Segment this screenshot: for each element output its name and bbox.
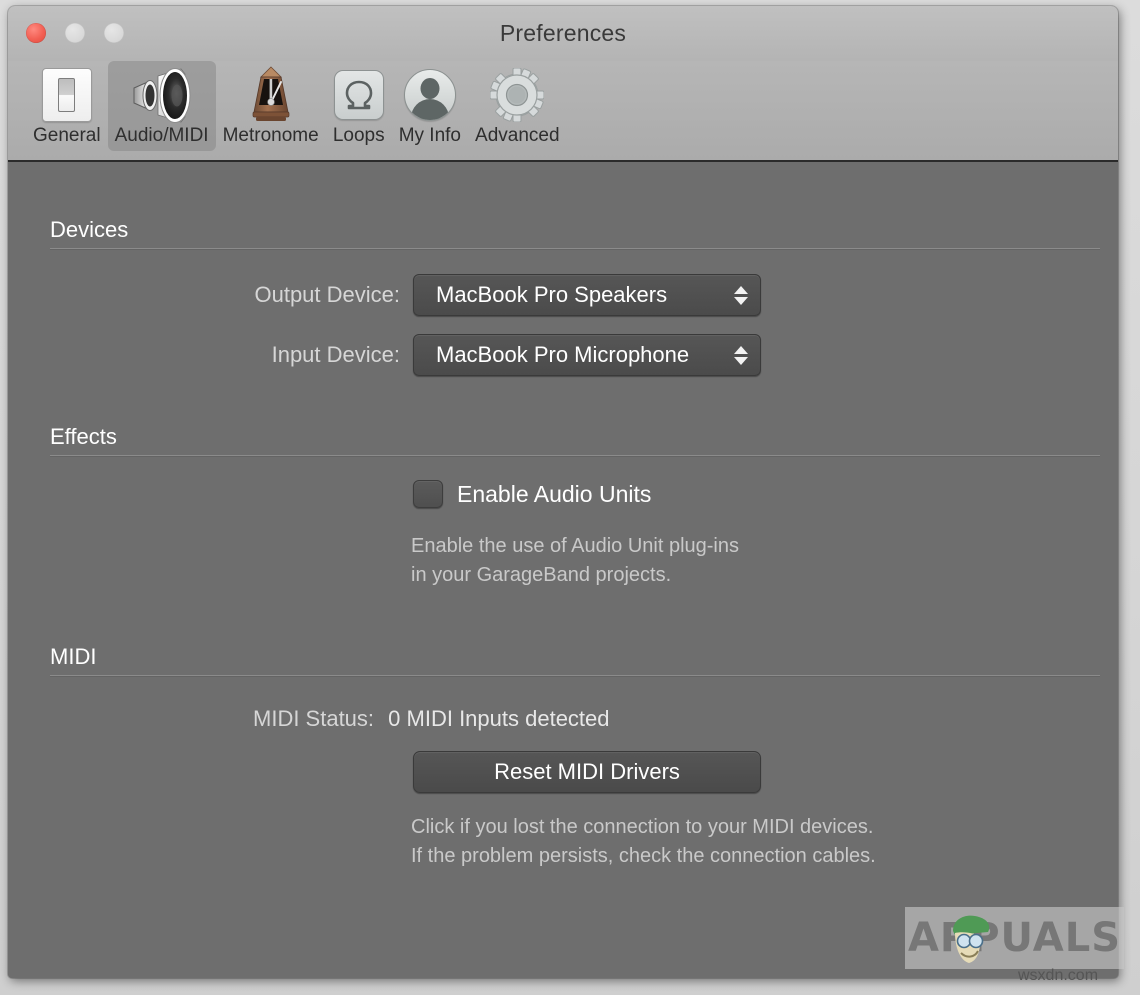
preferences-toolbar: General Audio/MIDI Metronome Loops My In… xyxy=(8,61,1118,162)
input-device-label: Input Device: xyxy=(271,342,400,367)
input-device-value: MacBook Pro Microphone xyxy=(436,342,690,367)
window-titlebar: Preferences xyxy=(8,6,1118,61)
audio-midi-panel: Devices Output Device: MacBook Pro Speak… xyxy=(8,162,1118,978)
watermark-brand: APPUALS xyxy=(907,915,1122,961)
loops-icon xyxy=(333,64,384,126)
mascot-icon xyxy=(953,915,990,963)
toolbar-tab-metronome[interactable]: Metronome xyxy=(216,61,326,151)
chevron-updown-icon xyxy=(730,345,760,365)
appuals-watermark: APPUALS xyxy=(905,907,1124,969)
reset-midi-drivers-button[interactable]: Reset MIDI Drivers xyxy=(413,751,761,793)
preferences-window: Preferences General Audio/MIDI Metronome… xyxy=(8,6,1118,978)
toolbar-tab-general[interactable]: General xyxy=(26,61,108,151)
output-device-dropdown[interactable]: MacBook Pro Speakers xyxy=(413,274,761,316)
midi-help-text: Click if you lost the connection to your… xyxy=(411,816,876,867)
midi-status-value: 0 MIDI Inputs detected xyxy=(388,706,610,731)
chevron-updown-icon xyxy=(730,285,760,305)
toolbar-tab-audio-midi-label: Audio/MIDI xyxy=(114,125,209,146)
source-site-text: wsxdn.com xyxy=(1018,967,1099,984)
person-icon xyxy=(403,64,456,126)
toggle-switch-icon xyxy=(41,64,92,126)
effects-divider xyxy=(50,455,1100,456)
speaker-icon xyxy=(128,64,196,126)
effects-help-text: Enable the use of Audio Unit plug-ins in… xyxy=(411,535,739,586)
screen: Preferences General Audio/MIDI Metronome… xyxy=(0,0,1140,995)
enable-audio-units-checkbox[interactable] xyxy=(413,480,443,508)
toolbar-tab-advanced-label: Advanced xyxy=(475,125,560,146)
gear-icon xyxy=(490,64,545,126)
midi-divider xyxy=(50,675,1100,676)
midi-status-label: MIDI Status: xyxy=(253,706,375,731)
toolbar-tab-loops-label: Loops xyxy=(332,125,385,146)
enable-audio-units-label: Enable Audio Units xyxy=(457,480,652,507)
output-device-label: Output Device: xyxy=(254,282,400,307)
midi-status-row: MIDI Status: 0 MIDI Inputs detected xyxy=(253,706,610,732)
effects-section-heading: Effects xyxy=(50,424,117,449)
toolbar-tab-my-info-label: My Info xyxy=(398,125,462,146)
output-device-value: MacBook Pro Speakers xyxy=(436,282,668,307)
toolbar-tab-audio-midi[interactable]: Audio/MIDI xyxy=(107,61,216,151)
window-title: Preferences xyxy=(499,20,627,46)
toolbar-tab-advanced[interactable]: Advanced xyxy=(468,61,567,151)
toolbar-tab-metronome-label: Metronome xyxy=(222,125,319,146)
toolbar-tab-general-label: General xyxy=(33,125,101,146)
devices-section-heading: Devices xyxy=(50,217,129,242)
input-device-dropdown[interactable]: MacBook Pro Microphone xyxy=(413,334,761,376)
midi-section-heading: MIDI xyxy=(50,644,97,669)
metronome-icon xyxy=(245,64,297,126)
enable-audio-units-row[interactable]: Enable Audio Units xyxy=(413,480,651,508)
toolbar-tab-my-info[interactable]: My Info xyxy=(392,61,468,151)
toolbar-tab-loops[interactable]: Loops xyxy=(326,61,392,151)
devices-divider xyxy=(50,248,1100,249)
